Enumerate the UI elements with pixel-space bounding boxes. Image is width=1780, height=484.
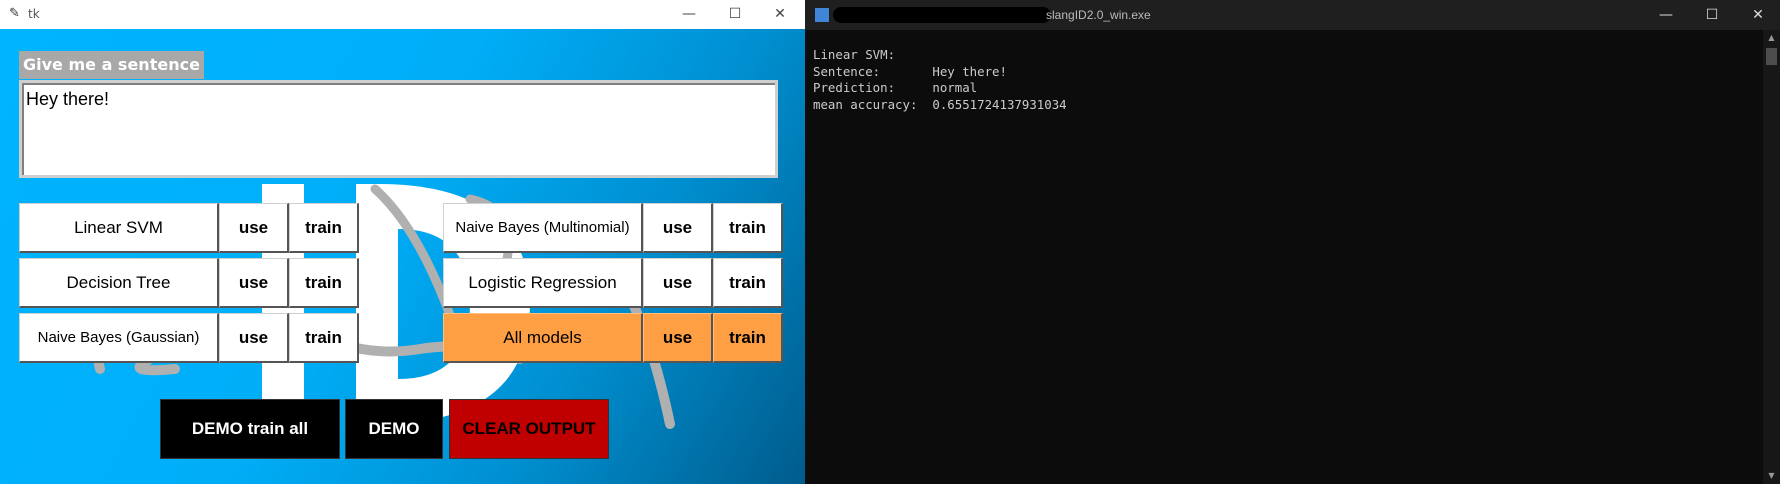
tk-title-bar: ✎ tk — ☐ ✕ [0,0,805,29]
tk-window-title: tk [28,7,40,21]
scroll-down-arrow-icon[interactable]: ▼ [1763,468,1780,484]
console-title-bar: slangID2.0_win.exe — ☐ ✕ [805,0,1780,30]
redacted-path [833,7,1051,23]
console-line: Sentence: Hey there! [813,63,1007,79]
minimize-button[interactable]: — [667,0,711,29]
naive-bayes-multinomial-train-button[interactable]: train [713,203,783,253]
naive-bayes-gaussian-use-button[interactable]: use [219,313,289,363]
sentence-input[interactable]: Hey there! [19,80,778,178]
logistic-regression-train-button[interactable]: train [713,258,783,308]
decision-tree-train-button[interactable]: train [289,258,359,308]
close-button[interactable]: ✕ [758,0,802,29]
demo-train-all-button[interactable]: DEMO train all [160,399,340,459]
console-app-icon [815,8,829,22]
console-window-title: slangID2.0_win.exe [1046,8,1151,22]
console-line: Linear SVM: [813,47,896,62]
model-logistic-regression-label[interactable]: Logistic Regression [443,258,643,308]
sentence-prompt-label: Give me a sentence [19,51,204,79]
console-minimize-button[interactable]: — [1644,0,1688,30]
console-output: Linear SVM: Sentence: Hey there! Predict… [813,47,1067,113]
model-linear-svm-label[interactable]: Linear SVM [19,203,219,253]
console-close-button[interactable]: ✕ [1736,0,1780,30]
naive-bayes-gaussian-train-button[interactable]: train [289,313,359,363]
model-naive-bayes-multinomial-label[interactable]: Naive Bayes (Multinomial) [443,203,643,253]
all-models-use-button[interactable]: use [643,313,713,363]
scroll-up-arrow-icon[interactable]: ▲ [1763,30,1780,46]
model-decision-tree-label[interactable]: Decision Tree [19,258,219,308]
scrollbar-thumb[interactable] [1766,48,1777,65]
decision-tree-use-button[interactable]: use [219,258,289,308]
linear-svm-train-button[interactable]: train [289,203,359,253]
console-line: Prediction: normal [813,80,978,95]
sentence-input-value: Hey there! [26,89,110,109]
linear-svm-use-button[interactable]: use [219,203,289,253]
console-scrollbar[interactable]: ▲ ▼ [1763,30,1780,484]
model-naive-bayes-gaussian-label[interactable]: Naive Bayes (Gaussian) [19,313,219,363]
model-all-models-label[interactable]: All models [443,313,643,363]
console-line: mean accuracy: 0.6551724137931034 [813,96,1067,112]
logistic-regression-use-button[interactable]: use [643,258,713,308]
clear-output-button[interactable]: CLEAR OUTPUT [449,399,609,459]
naive-bayes-multinomial-use-button[interactable]: use [643,203,713,253]
demo-button[interactable]: DEMO [345,399,443,459]
tk-window: ✎ tk — ☐ ✕ Give me a sentence Hey there!… [0,0,805,484]
console-maximize-button[interactable]: ☐ [1690,0,1734,30]
app-canvas: Give me a sentence Hey there! Linear SVM… [0,29,805,484]
all-models-train-button[interactable]: train [713,313,783,363]
maximize-button[interactable]: ☐ [713,0,757,29]
console-window: slangID2.0_win.exe — ☐ ✕ Linear SVM: Sen… [805,0,1780,484]
feather-icon: ✎ [9,6,20,21]
